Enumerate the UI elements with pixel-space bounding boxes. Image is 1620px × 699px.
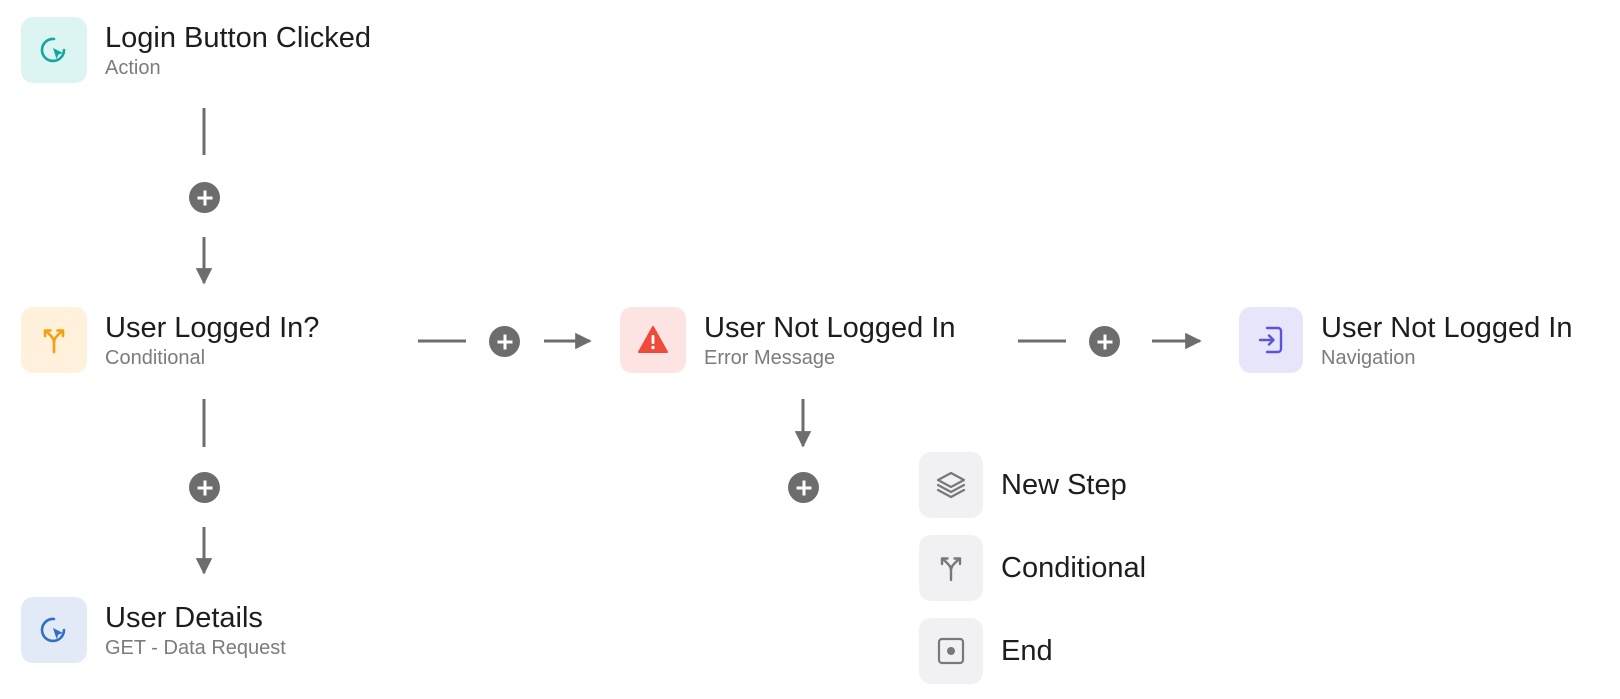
node-title: User Details	[105, 601, 263, 634]
node-icon-box	[21, 307, 87, 373]
cursor-click-icon	[40, 37, 66, 63]
stop-square-icon	[937, 637, 965, 665]
node-subtitle: Error Message	[704, 346, 836, 369]
option-label: New Step	[1001, 468, 1127, 501]
node-subtitle: Conditional	[105, 346, 206, 369]
menu-option-new-step[interactable]: New Step	[919, 452, 1127, 518]
node-user-logged-in[interactable]: User Logged In? Conditional	[21, 307, 319, 373]
branch-icon	[43, 329, 65, 354]
node-subtitle: GET - Data Request	[105, 636, 286, 659]
node-icon-box	[21, 597, 87, 663]
warning-icon	[638, 326, 668, 353]
node-title: Login Button Clicked	[105, 21, 371, 54]
node-icon-box	[1239, 307, 1303, 373]
option-icon-box	[919, 618, 983, 684]
option-label: End	[1001, 634, 1053, 667]
node-subtitle: Navigation	[1321, 346, 1416, 369]
menu-option-end[interactable]: End	[919, 618, 1053, 684]
option-icon-box	[919, 452, 983, 518]
cursor-click-icon	[40, 617, 66, 643]
add-step-button[interactable]	[1089, 326, 1120, 357]
option-label: Conditional	[1001, 551, 1147, 584]
node-user-details[interactable]: User Details GET - Data Request	[21, 597, 286, 663]
node-title: User Not Logged In	[1321, 311, 1573, 344]
layers-icon	[936, 471, 966, 499]
node-user-not-logged-in-navigation[interactable]: User Not Logged In Navigation	[1239, 307, 1572, 373]
branch-icon	[940, 557, 962, 582]
add-step-button[interactable]	[189, 182, 220, 213]
node-icon-box	[620, 307, 686, 373]
add-step-button[interactable]	[189, 472, 220, 503]
sign-in-icon	[1258, 326, 1283, 354]
node-login-button-clicked[interactable]: Login Button Clicked Action	[21, 17, 371, 83]
menu-option-conditional[interactable]: Conditional	[919, 535, 1146, 601]
node-icon-box	[21, 17, 87, 83]
node-title: User Not Logged In	[704, 311, 956, 344]
node-title: User Logged In?	[105, 311, 320, 344]
node-user-not-logged-in-error[interactable]: User Not Logged In Error Message	[620, 307, 955, 373]
option-icon-box	[919, 535, 983, 601]
node-subtitle: Action	[105, 56, 161, 79]
add-step-button[interactable]	[489, 326, 520, 357]
flow-canvas: Login Button Clicked Action User Logged …	[0, 0, 1620, 699]
add-step-button[interactable]	[788, 472, 819, 503]
